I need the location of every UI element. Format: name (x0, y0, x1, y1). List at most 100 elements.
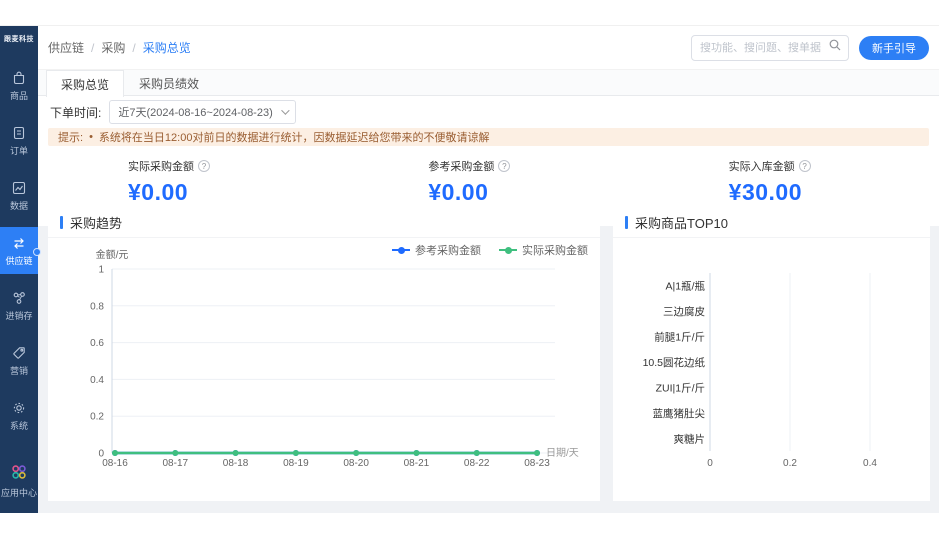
category-label: 爽糖片 (674, 433, 706, 446)
card-header: 采购商品TOP10 (613, 208, 930, 238)
metric-label: 参考采购金额 (428, 158, 494, 174)
newbie-guide-button[interactable]: 新手引导 (859, 36, 929, 60)
date-range-value: 近7天(2024-08-16~2024-08-23) (118, 104, 272, 120)
sidebar-item-label: 供应链 (5, 254, 32, 267)
help-icon[interactable] (198, 160, 210, 172)
sidebar-item-label: 订单 (10, 144, 28, 157)
overview-panel: 采购总览 采购员绩效 下单时间: 近7天(2024-08-16~2024-08-… (38, 70, 939, 226)
card-title: 采购商品TOP10 (635, 213, 728, 232)
product-bag-icon (11, 70, 27, 86)
tab-purchase-overview[interactable]: 采购总览 (46, 70, 124, 97)
help-icon[interactable] (498, 160, 510, 172)
sidebar-item-products[interactable]: 商品 (0, 62, 38, 109)
sidebar-item-data[interactable]: 数据 (0, 172, 38, 219)
x-tick-label: 08-21 (404, 458, 430, 469)
sidebar-item-inventory[interactable]: 进销存 (0, 282, 38, 329)
tab-buyer-performance[interactable]: 采购员绩效 (124, 70, 214, 95)
y-tick-label: 1 (98, 265, 104, 276)
y-tick-label: 0.8 (90, 301, 104, 312)
purchase-trend-chart[interactable]: 00.20.40.60.81金额/元08-1608-1708-1808-1908… (48, 248, 600, 498)
order-time-label: 下单时间: (50, 104, 101, 121)
category-label: 前腿1斤/斤 (654, 331, 705, 344)
data-chart-icon (11, 180, 27, 196)
sidebar-item-label: 商品 (10, 89, 28, 102)
x-tick-label: 08-18 (223, 458, 249, 469)
help-icon[interactable] (799, 160, 811, 172)
data-point[interactable] (534, 450, 540, 456)
accent-bar (60, 216, 63, 229)
supply-chain-arrows-icon (11, 235, 27, 251)
breadcrumb-purchase[interactable]: 采购 (84, 39, 125, 56)
data-point[interactable] (353, 450, 359, 456)
global-search[interactable] (691, 35, 849, 61)
x-tick-label: 0 (707, 458, 713, 469)
sidebar-item-label: 营销 (10, 364, 28, 377)
top10-products-chart[interactable]: 00.20.4A|1瓶/瓶三边腐皮前腿1斤/斤10.5圆花边纸ZUI|1斤/斤蓝… (613, 248, 930, 498)
top10-products-card: 采购商品TOP10 00.20.4A|1瓶/瓶三边腐皮前腿1斤/斤10.5圆花边… (613, 208, 930, 501)
breadcrumb-purchase-overview: 采购总览 (125, 39, 190, 56)
notice-prefix: 提示: (58, 129, 83, 145)
metric-actual-inbound-amount: 实际入库金额 ¥30.00 (639, 150, 939, 210)
sidebar-item-label: 进销存 (5, 309, 32, 322)
x-tick-label: 08-22 (464, 458, 490, 469)
accent-bar (625, 216, 628, 229)
x-tick-label: 08-19 (283, 458, 309, 469)
data-point[interactable] (293, 450, 299, 456)
data-point[interactable] (233, 450, 239, 456)
chevron-down-icon (281, 106, 289, 114)
topbar: 供应链 采购 采购总览 新手引导 (38, 26, 939, 70)
sidebar-item-app-center[interactable]: 应用中心 (1, 463, 37, 499)
metric-value: ¥0.00 (428, 179, 638, 206)
card-title: 采购趋势 (70, 213, 122, 232)
data-point[interactable] (112, 450, 118, 456)
x-tick-label: 0.4 (863, 458, 877, 469)
search-icon[interactable] (828, 38, 842, 57)
data-point[interactable] (474, 450, 480, 456)
y-tick-label: 0.6 (90, 338, 104, 349)
tabbar: 采购总览 采购员绩效 (38, 70, 939, 96)
sidebar-item-marketing[interactable]: 营销 (0, 337, 38, 384)
category-label: 三边腐皮 (663, 305, 705, 318)
main-area: 供应链 采购 采购总览 新手引导 采购总览 采购员绩效 下单时间: 近7天(20… (38, 26, 939, 513)
app-center-icon (10, 463, 28, 483)
breadcrumb-supply-chain[interactable]: 供应链 (48, 39, 84, 56)
filter-row: 下单时间: 近7天(2024-08-16~2024-08-23) (38, 99, 939, 125)
sidebar-item-supply-chain[interactable]: 供应链 (0, 227, 38, 274)
inventory-nodes-icon (11, 290, 27, 306)
purchase-trend-card: 采购趋势 参考采购金额实际采购金额 00.20.40.60.81金额/元08-1… (48, 208, 600, 501)
sidebar: 跟麦科技 商品 订单 数据 (0, 26, 38, 513)
metric-value: ¥0.00 (128, 179, 338, 206)
bullet-icon (89, 131, 93, 143)
marketing-tag-icon (11, 345, 27, 361)
system-gear-icon (11, 400, 27, 416)
data-point[interactable] (172, 450, 178, 456)
x-tick-label: 08-20 (343, 458, 369, 469)
x-tick-label: 08-17 (162, 458, 188, 469)
breadcrumb: 供应链 采购 采购总览 (48, 39, 191, 56)
app-window: 跟麦科技 商品 订单 数据 (0, 25, 939, 512)
y-tick-label: 0.4 (90, 375, 104, 386)
search-input[interactable] (700, 42, 828, 54)
date-range-select[interactable]: 近7天(2024-08-16~2024-08-23) (109, 100, 295, 124)
metric-value: ¥30.00 (729, 179, 939, 206)
sidebar-item-label: 数据 (10, 199, 28, 212)
metric-label: 实际入库金额 (729, 158, 795, 174)
metric-actual-purchase-amount: 实际采购金额 ¥0.00 (38, 150, 338, 210)
category-label: A|1瓶/瓶 (666, 280, 706, 293)
y-tick-label: 0.2 (90, 412, 104, 423)
category-label: 蓝鹰猪肚尖 (653, 407, 706, 420)
data-point[interactable] (413, 450, 419, 456)
sidebar-item-system[interactable]: 系统 (0, 392, 38, 439)
sidebar-item-label: 系统 (10, 419, 28, 432)
x-tick-label: 08-23 (524, 458, 550, 469)
y-axis-title: 金额/元 (96, 248, 129, 261)
x-tick-label: 08-16 (102, 458, 128, 469)
metric-label: 实际采购金额 (128, 158, 194, 174)
sidebar-item-orders[interactable]: 订单 (0, 117, 38, 164)
order-doc-icon (11, 125, 27, 141)
metrics-row: 实际采购金额 ¥0.00 参考采购金额 ¥0.00 实际入库金额 (38, 150, 939, 210)
notice-text: 系统将在当日12:00对前日的数据进行统计，因数据延迟给您带来的不便敬请谅解 (99, 129, 490, 145)
notice-banner: 提示: 系统将在当日12:00对前日的数据进行统计，因数据延迟给您带来的不便敬请… (48, 128, 929, 146)
sidebar-item-label: 应用中心 (1, 486, 37, 499)
card-header: 采购趋势 (48, 208, 600, 238)
